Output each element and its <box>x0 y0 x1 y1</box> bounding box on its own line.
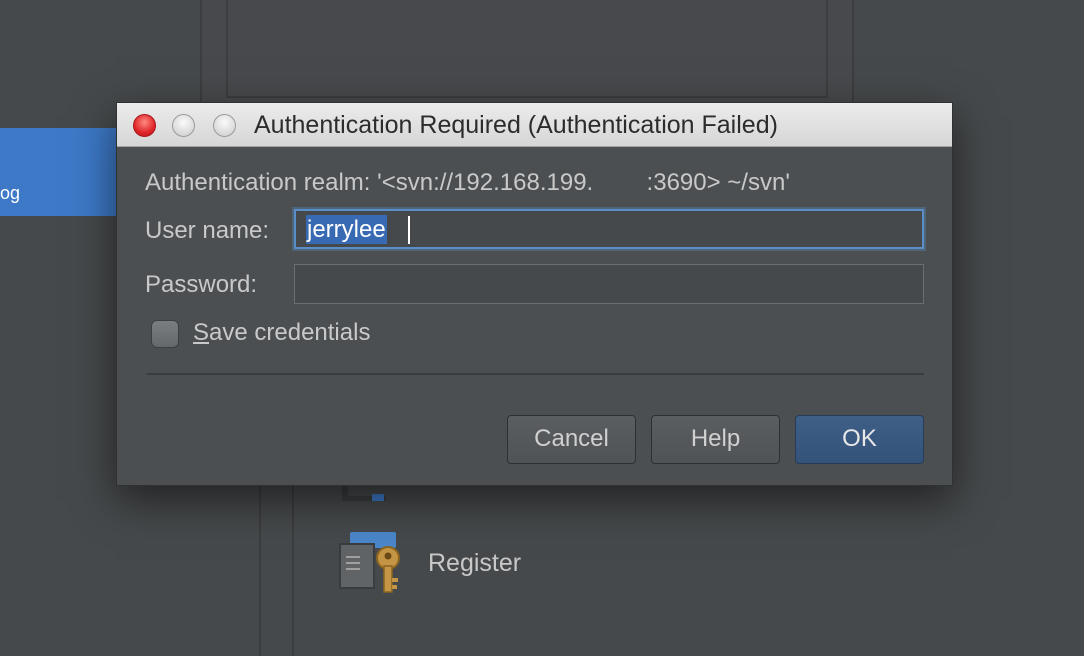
save-credentials-checkbox[interactable] <box>151 320 179 348</box>
register-item[interactable]: Register <box>338 530 521 596</box>
dialog-title: Authentication Required (Authentication … <box>254 111 778 139</box>
ok-button[interactable]: OK <box>795 415 924 464</box>
close-window-icon[interactable] <box>133 114 156 137</box>
username-label: User name: <box>145 217 270 244</box>
background-inner-panel <box>226 0 828 98</box>
text-caret <box>408 216 410 244</box>
password-input[interactable] <box>295 265 923 303</box>
mnemonic-letter: S <box>193 319 210 346</box>
sidebar-selected-item[interactable]: og <box>0 128 116 216</box>
dialog-titlebar[interactable]: Authentication Required (Authentication … <box>117 103 952 147</box>
divider <box>292 486 294 656</box>
separator <box>147 373 924 375</box>
password-field[interactable] <box>294 264 924 304</box>
username-field[interactable]: jerrylee <box>294 209 924 249</box>
auth-dialog: Authentication Required (Authentication … <box>116 102 953 486</box>
save-credentials-label[interactable]: Save credentials <box>193 319 370 347</box>
help-button[interactable]: Help <box>651 415 780 464</box>
password-label: Password: <box>145 271 258 298</box>
minimize-window-icon[interactable] <box>172 114 195 137</box>
username-value: jerrylee <box>306 215 387 244</box>
sidebar-selected-label: og <box>0 183 21 203</box>
cancel-button[interactable]: Cancel <box>507 415 636 464</box>
divider <box>259 486 261 656</box>
register-label: Register <box>428 548 522 577</box>
save-credentials-text: ave credentials <box>209 319 371 346</box>
register-key-icon <box>339 532 400 593</box>
realm-text: Authentication realm: '<svn://192.168.19… <box>145 169 790 196</box>
maximize-window-icon[interactable] <box>213 114 236 137</box>
partial-icon <box>342 486 386 501</box>
